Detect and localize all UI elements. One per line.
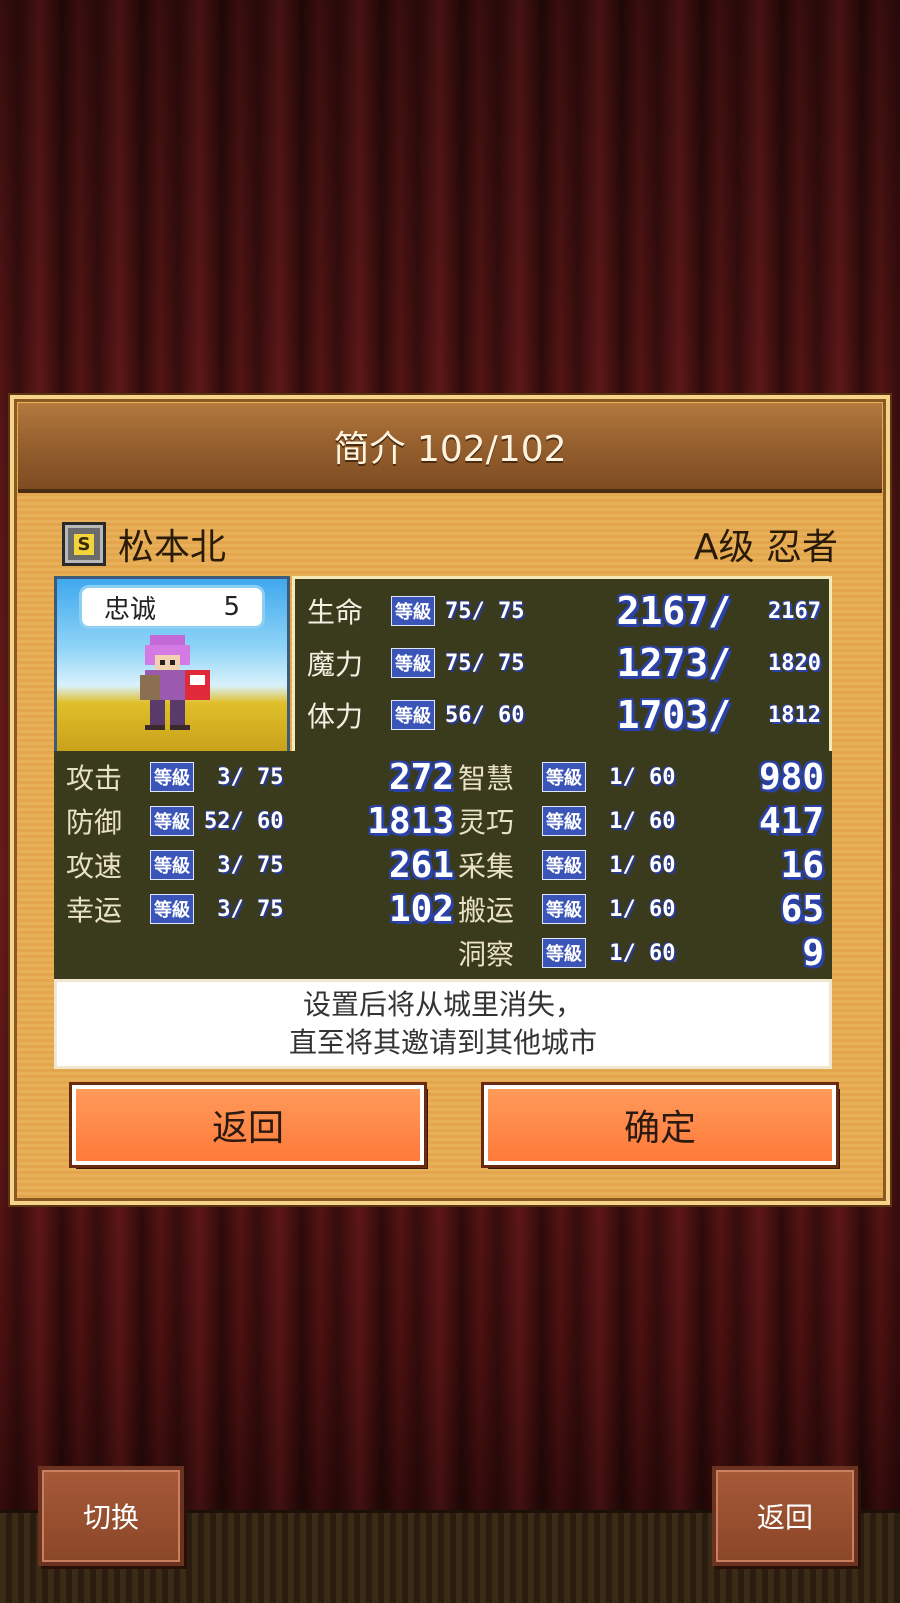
level-tag: 等級: [542, 806, 586, 836]
stat-level: 52/ 60: [204, 808, 284, 834]
stat-level: 3/ 75: [204, 852, 284, 878]
notice-line-2: 直至将其邀请到其他城市: [288, 1026, 597, 1059]
stat-label: 攻击: [66, 762, 123, 795]
dialog-title: 简介 102/102: [333, 429, 567, 470]
profile-dialog: 简介 102/102 S 松本北 A级 忍者 忠诚 5 生命 等級 75/ 75…: [10, 395, 890, 1205]
vital-current: 1703/: [616, 693, 731, 737]
level-tag: 等級: [542, 850, 586, 880]
level-tag: 等級: [391, 648, 435, 678]
stat-level: 1/ 60: [596, 852, 676, 878]
confirm-button[interactable]: 确定: [481, 1082, 839, 1168]
level-tag: 等級: [542, 894, 586, 924]
loyalty-value: 5: [223, 592, 240, 622]
stat-value: 1813: [367, 800, 454, 842]
level-tag: 等級: [391, 596, 435, 626]
notice-line-1: 设置后将从城里消失，: [302, 988, 583, 1021]
vital-row: 魔力 等級 75/ 75 1273/ 1820: [307, 639, 821, 687]
vital-current: 1273/: [616, 641, 731, 685]
vital-row: 体力 等級 56/ 60 1703/ 1812: [307, 691, 821, 739]
stat-label: 智慧: [458, 762, 515, 795]
stat-label: 攻速: [66, 850, 123, 883]
stat-value: 272: [388, 756, 454, 798]
vital-stats: 生命 等級 75/ 75 2167/ 2167 魔力 等級 75/ 75 127…: [292, 576, 832, 754]
vital-max: 1812: [768, 702, 821, 728]
stat-value: 980: [758, 756, 824, 798]
character-portrait: 忠诚 5: [54, 576, 290, 754]
rank-badge-letter: S: [73, 533, 95, 555]
stat-value: 261: [388, 844, 454, 886]
level-tag: 等級: [150, 762, 194, 792]
character-class: A级 忍者: [693, 527, 838, 568]
back-button[interactable]: 返回: [69, 1082, 427, 1168]
stat-label: 幸运: [66, 894, 123, 927]
stat-row: 攻击 等級 3/ 75 272: [66, 755, 454, 799]
stat-level: 1/ 60: [596, 896, 676, 922]
switch-button[interactable]: 切换: [38, 1466, 184, 1566]
stat-row: 洞察 等級 1/ 60 9: [458, 931, 824, 975]
stat-row: 攻速 等級 3/ 75 261: [66, 843, 454, 887]
vital-label: 生命: [307, 596, 364, 629]
rank-badge-icon: S: [62, 522, 106, 566]
stat-label: 防御: [66, 806, 123, 839]
stat-label: 搬运: [458, 894, 515, 927]
level-tag: 等級: [391, 700, 435, 730]
stat-row: 灵巧 等級 1/ 60 417: [458, 799, 824, 843]
bottom-back-button[interactable]: 返回: [712, 1466, 858, 1566]
vital-level: 75/ 75: [445, 598, 525, 624]
loyalty-label: 忠诚: [104, 594, 157, 625]
vital-current: 2167/: [616, 589, 731, 633]
stat-row: 防御 等級 52/ 60 1813: [66, 799, 454, 843]
vital-label: 魔力: [307, 648, 364, 681]
stat-row: 采集 等級 1/ 60 16: [458, 843, 824, 887]
level-tag: 等級: [150, 850, 194, 880]
stat-value: 65: [780, 888, 824, 930]
stat-label: 洞察: [458, 938, 515, 971]
stat-level: 3/ 75: [204, 764, 284, 790]
attribute-stats: 攻击 等級 3/ 75 272 防御 等級 52/ 60 1813 攻速 等級 …: [54, 751, 832, 979]
name-row: S 松本北 A级 忍者: [62, 514, 838, 574]
stat-label: 灵巧: [458, 806, 515, 839]
stat-label: 采集: [458, 850, 515, 883]
stat-row: 幸运 等級 3/ 75 102: [66, 887, 454, 931]
vital-level: 75/ 75: [445, 650, 525, 676]
level-tag: 等級: [150, 894, 194, 924]
dismiss-notice: 设置后将从城里消失， 直至将其邀请到其他城市: [54, 979, 832, 1069]
character-name: 松本北: [118, 527, 227, 568]
stat-value: 9: [802, 932, 824, 974]
ninja-sprite-icon: [140, 635, 210, 730]
stat-row: 智慧 等級 1/ 60 980: [458, 755, 824, 799]
level-tag: 等級: [150, 806, 194, 836]
stat-level: 1/ 60: [596, 764, 676, 790]
vital-row: 生命 等級 75/ 75 2167/ 2167: [307, 587, 821, 635]
stat-value: 102: [388, 888, 454, 930]
level-tag: 等級: [542, 938, 586, 968]
loyalty-badge: 忠诚 5: [79, 585, 265, 629]
vital-max: 1820: [768, 650, 821, 676]
stat-value: 16: [780, 844, 824, 886]
stat-level: 3/ 75: [204, 896, 284, 922]
stat-level: 1/ 60: [596, 940, 676, 966]
dialog-title-bar: 简介 102/102: [18, 403, 882, 493]
stat-row: 搬运 等級 1/ 60 65: [458, 887, 824, 931]
level-tag: 等級: [542, 762, 586, 792]
stat-level: 1/ 60: [596, 808, 676, 834]
vital-label: 体力: [307, 700, 364, 733]
stat-value: 417: [758, 800, 824, 842]
vital-max: 2167: [768, 598, 821, 624]
vital-level: 56/ 60: [445, 702, 525, 728]
